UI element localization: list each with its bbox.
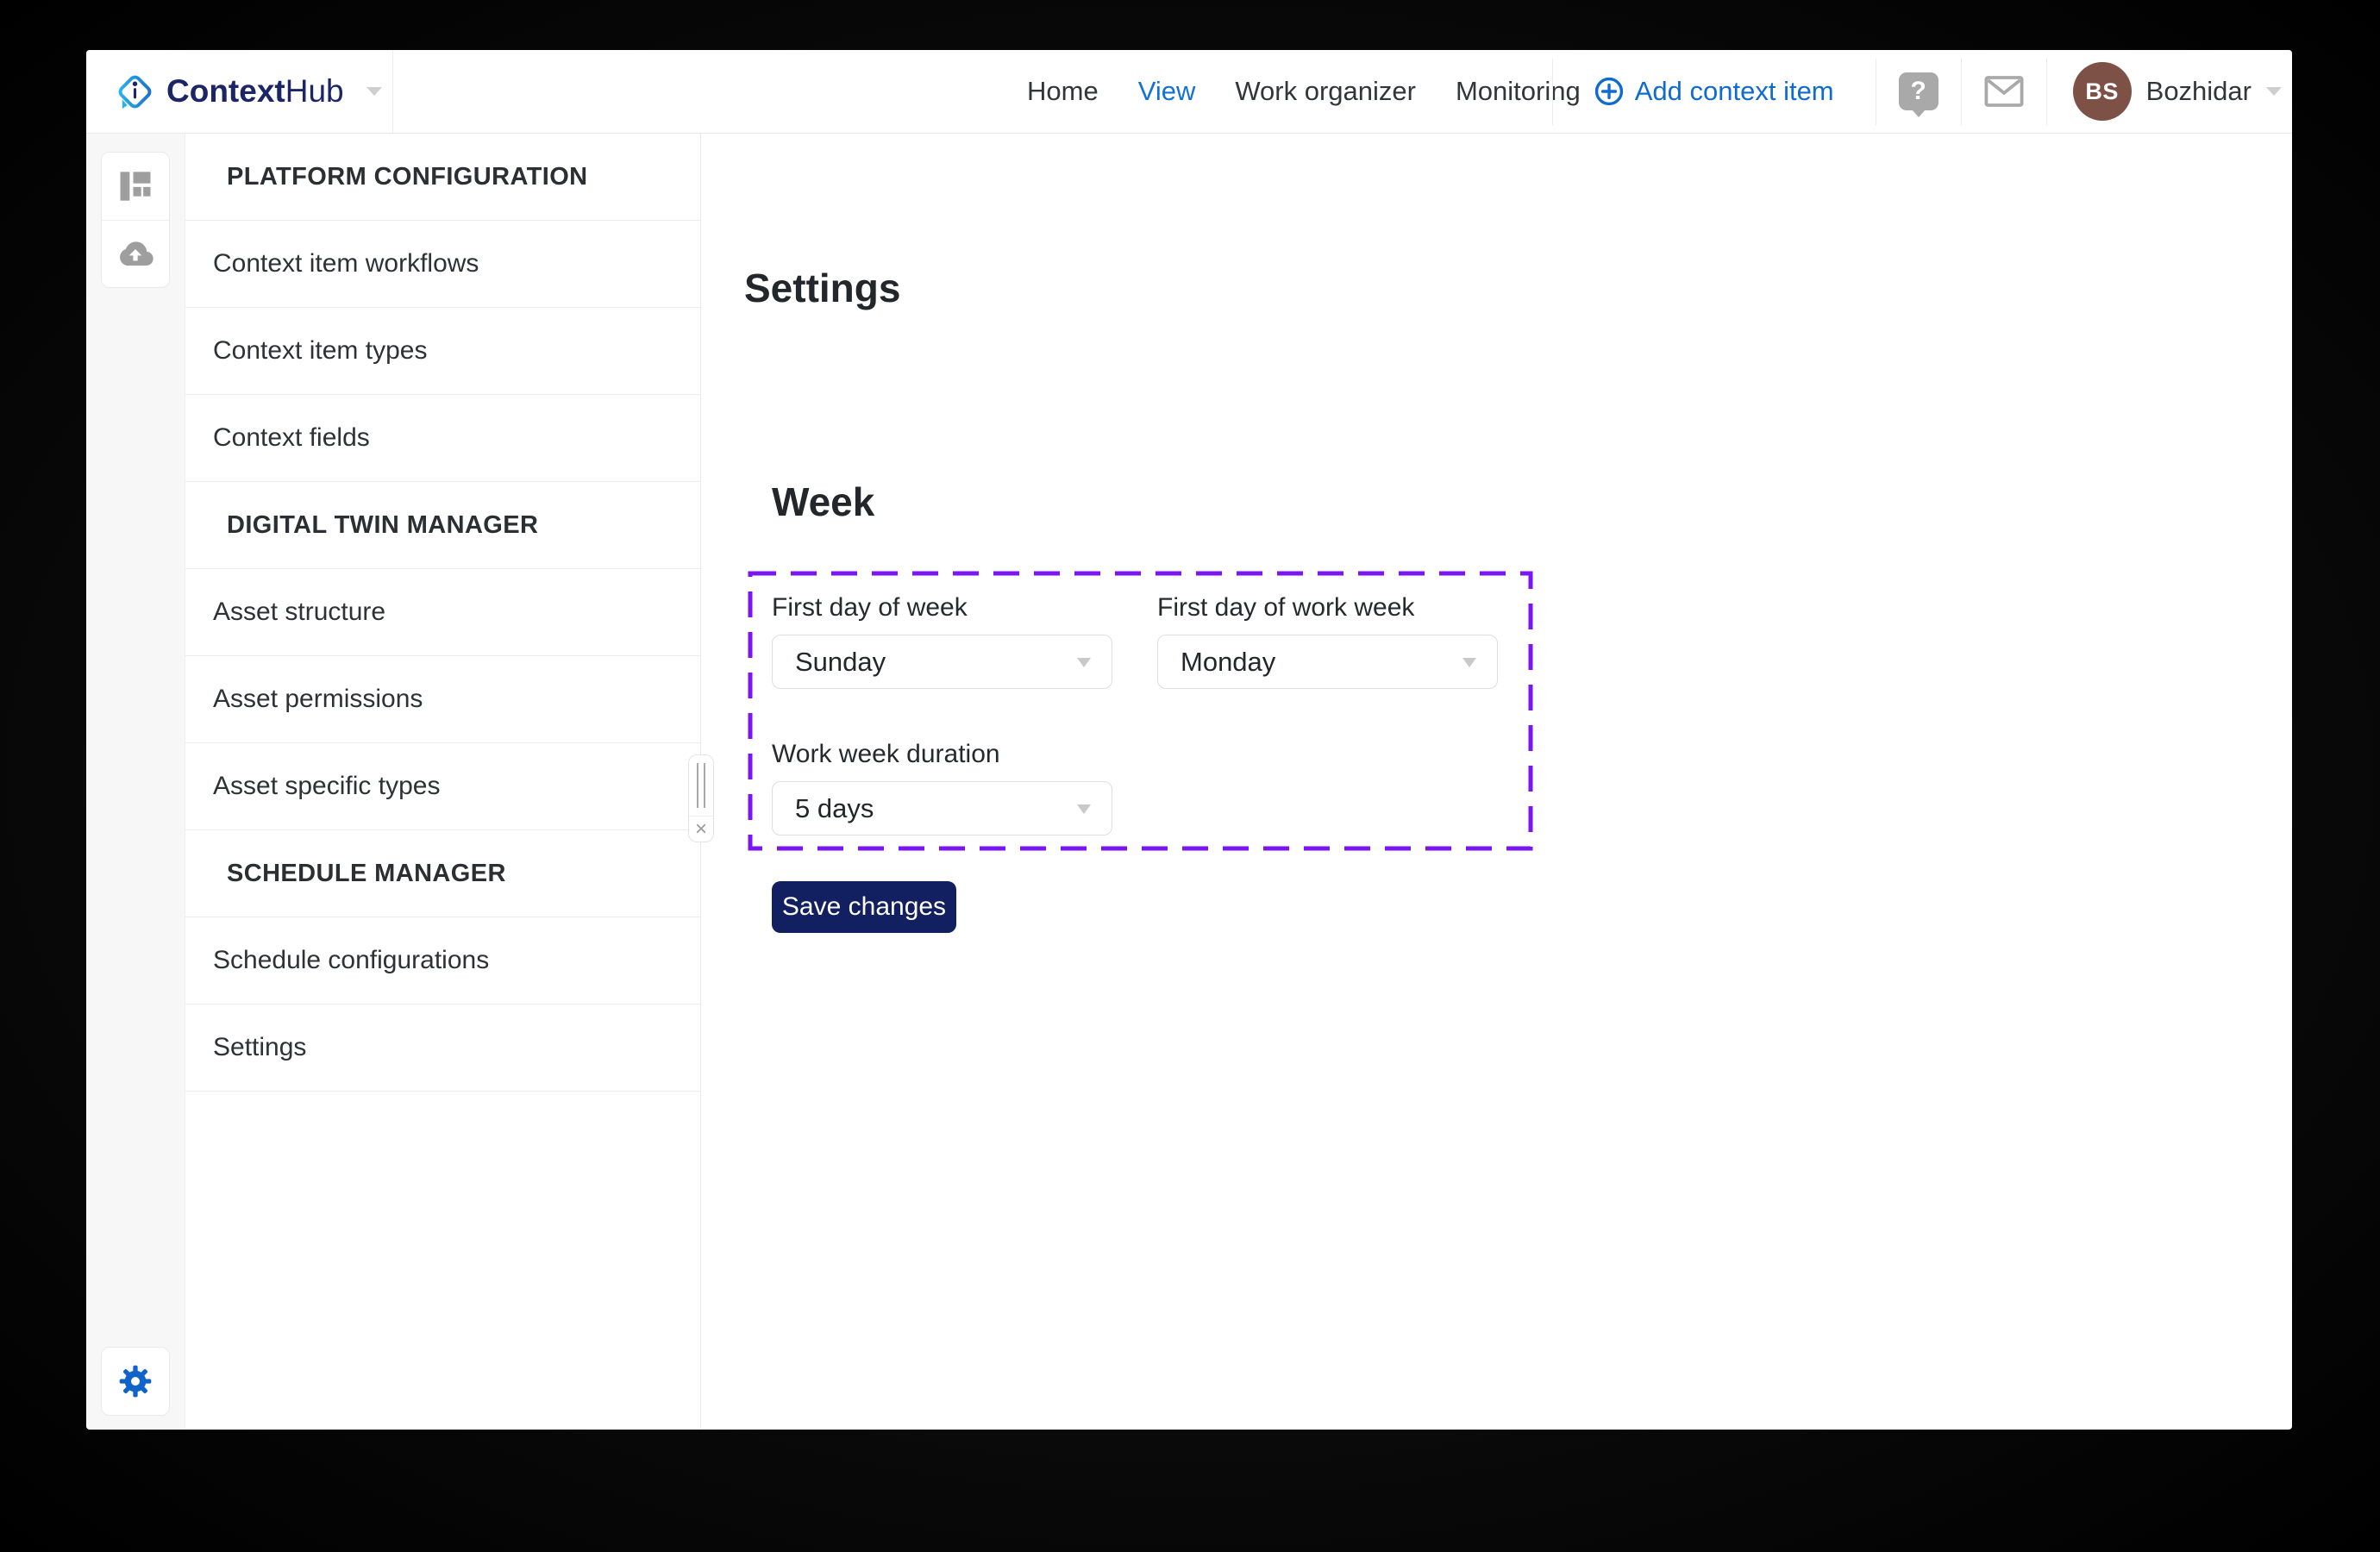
first-day-of-work-week-select[interactable]: Monday <box>1157 635 1498 689</box>
selected-value: Sunday <box>795 646 886 677</box>
rail-settings-card <box>101 1347 170 1416</box>
sidebar-item-schedule-configurations[interactable]: Schedule configurations <box>185 917 700 1004</box>
select-caret-icon <box>1077 657 1091 667</box>
select-caret-icon <box>1462 657 1476 667</box>
brand-menu[interactable]: ContextHub <box>86 50 393 133</box>
icon-rail <box>86 134 185 1429</box>
help-icon: ? <box>1898 72 1938 110</box>
field-label: First day of work week <box>1157 593 1415 622</box>
help-button[interactable]: ? <box>1876 50 1961 133</box>
settings-sidebar: PLATFORM CONFIGURATION Context item work… <box>185 134 701 1429</box>
nav-item-work-organizer[interactable]: Work organizer <box>1235 76 1416 107</box>
layout-nav-button[interactable] <box>102 153 169 220</box>
field-work-week-duration: Work week duration 5 days <box>772 740 1112 835</box>
field-first-day-of-week: First day of week Sunday <box>772 593 1112 689</box>
selected-value: Monday <box>1181 646 1276 677</box>
sidebar-item-context-fields[interactable]: Context fields <box>185 395 700 482</box>
messages-button[interactable] <box>1962 50 2046 133</box>
sidebar-section-schedule-manager: SCHEDULE MANAGER <box>185 830 700 917</box>
nav-item-view[interactable]: View <box>1138 76 1196 107</box>
main-panel: Settings Week First day of week Sunday F… <box>701 134 2292 1429</box>
field-first-day-of-work-week: First day of work week Monday <box>1157 593 1498 689</box>
brand-wordmark: ContextHub <box>166 73 344 109</box>
drag-grip-icon <box>697 763 705 808</box>
plus-circle-icon <box>1594 77 1623 106</box>
content-area: PLATFORM CONFIGURATION Context item work… <box>86 134 2292 1429</box>
week-settings-group: First day of week Sunday First day of wo… <box>748 571 1533 851</box>
field-label: First day of week <box>772 593 968 622</box>
layout-icon <box>120 172 151 201</box>
first-day-of-week-select[interactable]: Sunday <box>772 635 1112 689</box>
user-name: Bozhidar <box>2145 76 2252 106</box>
save-changes-button[interactable]: Save changes <box>772 881 956 933</box>
field-label: Work week duration <box>772 740 1000 768</box>
sidebar-section-platform-configuration: PLATFORM CONFIGURATION <box>185 134 700 221</box>
sidebar-item-settings[interactable]: Settings <box>185 1004 700 1092</box>
selected-value: 5 days <box>795 792 874 823</box>
top-bar: ContextHub Home View Work organizer Moni… <box>86 50 2292 134</box>
user-chevron-down-icon <box>2266 87 2282 96</box>
contexthub-logo-icon <box>118 75 152 109</box>
sidebar-section-digital-twin-manager: DIGITAL TWIN MANAGER <box>185 482 700 569</box>
nav-item-home[interactable]: Home <box>1027 76 1099 107</box>
primary-nav: Home View Work organizer Monitoring <box>1027 50 1581 133</box>
sidebar-item-context-item-types[interactable]: Context item types <box>185 308 700 395</box>
work-week-duration-select[interactable]: 5 days <box>772 781 1112 835</box>
sidebar-item-asset-permissions[interactable]: Asset permissions <box>185 656 700 743</box>
brand-chevron-down-icon <box>366 87 382 96</box>
rail-nav-card <box>101 152 170 288</box>
add-context-item-button[interactable]: Add context item <box>1553 76 1876 107</box>
page-title: Settings <box>744 266 901 310</box>
sidebar-item-asset-structure[interactable]: Asset structure <box>185 569 700 656</box>
cloud-upload-icon <box>120 241 153 266</box>
gear-icon <box>119 1365 152 1398</box>
select-caret-icon <box>1077 804 1091 814</box>
sidebar-resize-handle: × <box>688 754 714 842</box>
desktop-background: ContextHub Home View Work organizer Moni… <box>0 0 2380 1552</box>
sidebar-item-context-item-workflows[interactable]: Context item workflows <box>185 221 700 308</box>
week-section-title: Week <box>772 479 875 524</box>
user-menu[interactable]: BS Bozhidar <box>2047 62 2292 121</box>
upload-nav-button[interactable] <box>102 220 169 287</box>
sidebar-close-button[interactable]: × <box>689 816 713 842</box>
top-bar-actions: Add context item ? BS Bozhidar <box>1551 50 2292 133</box>
sidebar-item-asset-specific-types[interactable]: Asset specific types <box>185 743 700 830</box>
settings-gear-button[interactable] <box>102 1348 169 1415</box>
avatar: BS <box>2072 62 2132 121</box>
mail-icon <box>1984 76 2024 107</box>
app-window: ContextHub Home View Work organizer Moni… <box>86 50 2292 1430</box>
close-icon: × <box>694 817 707 841</box>
sidebar-drag-grip[interactable] <box>689 755 713 816</box>
add-context-item-label: Add context item <box>1634 76 1834 106</box>
